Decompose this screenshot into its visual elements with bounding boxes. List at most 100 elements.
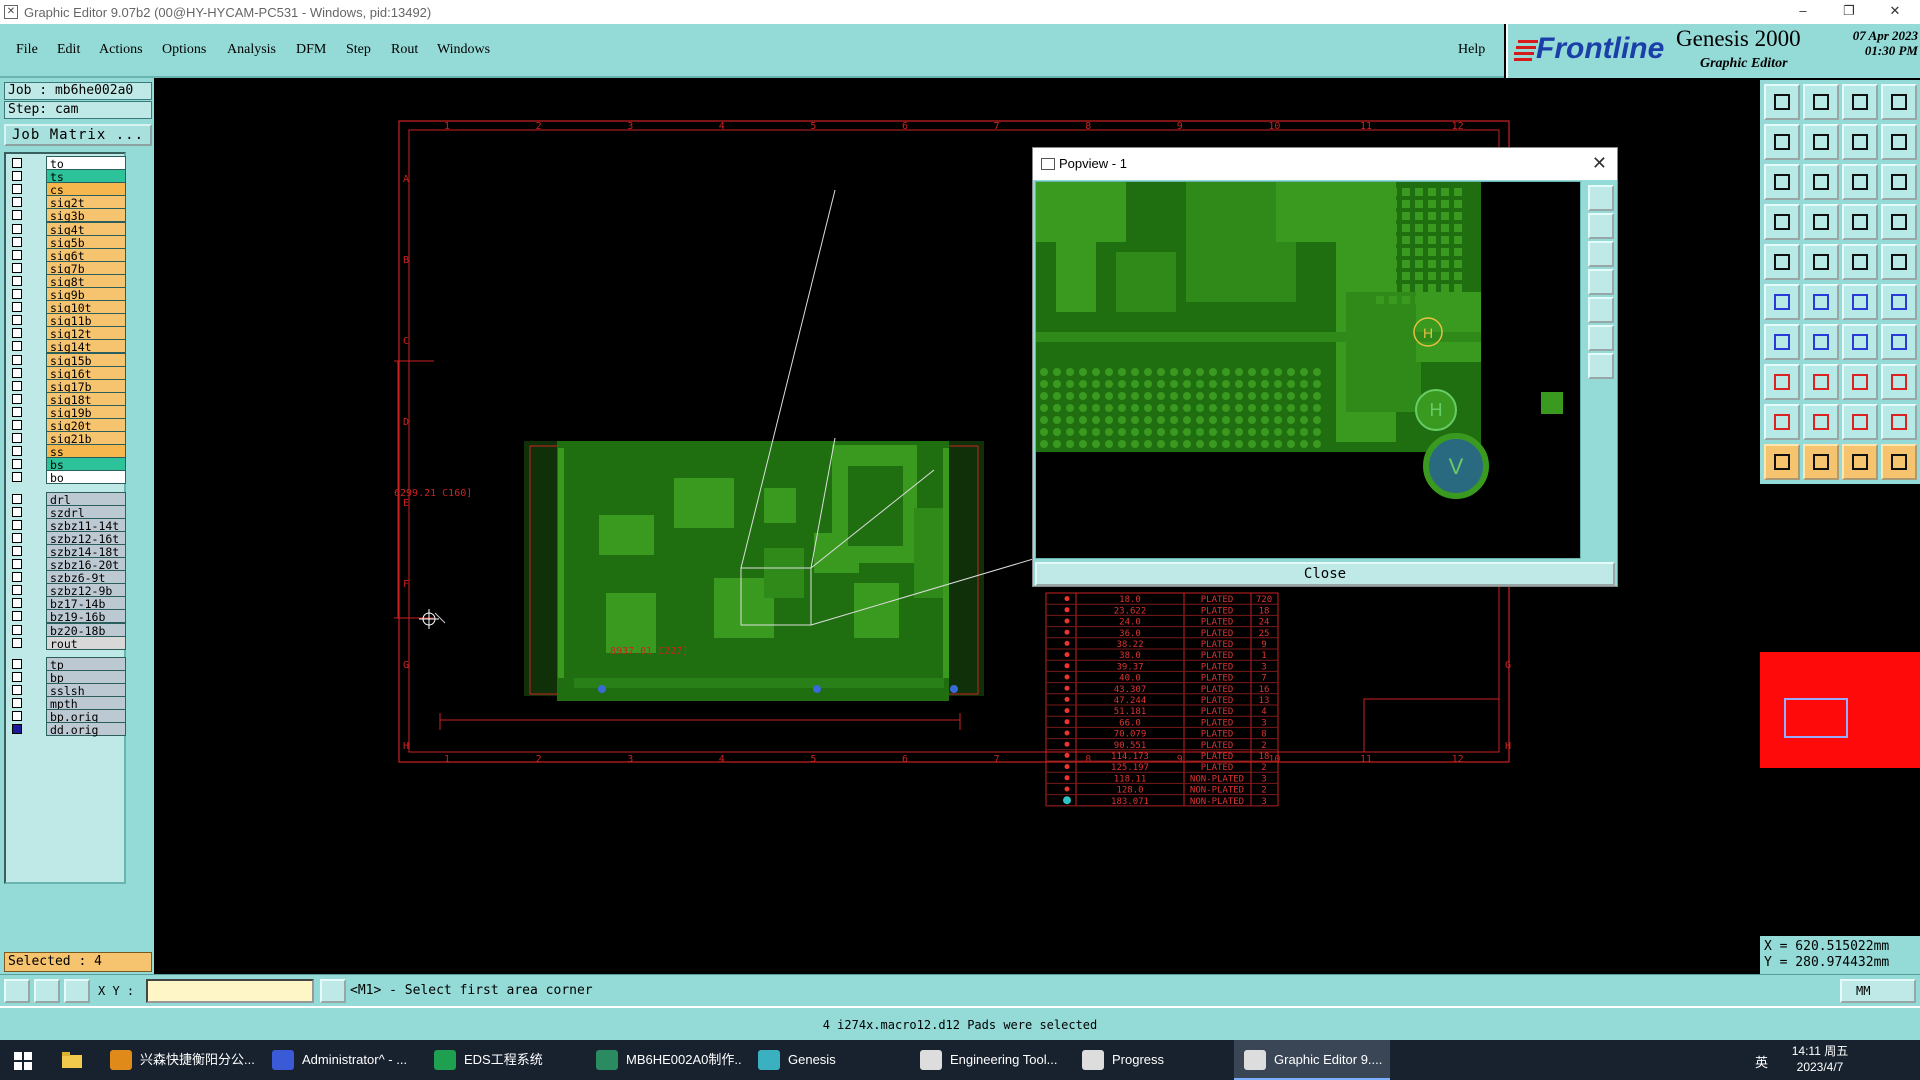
tool-swap-icon[interactable] xyxy=(1842,124,1878,160)
layer-name[interactable]: sig4t xyxy=(46,221,126,237)
layer-checkbox[interactable] xyxy=(12,433,22,444)
layer-name[interactable]: szbz16-20t xyxy=(46,557,126,572)
menu-edit[interactable]: Edit xyxy=(57,42,80,58)
layer-name[interactable]: bo xyxy=(46,470,126,485)
layer-checkbox[interactable] xyxy=(12,354,22,365)
tool-select-alt-icon[interactable] xyxy=(1803,444,1839,480)
tool-slash-icon[interactable] xyxy=(1764,324,1800,360)
xy-input[interactable] xyxy=(146,979,314,1003)
layer-checkbox[interactable] xyxy=(12,236,22,247)
layer-checkbox[interactable] xyxy=(12,158,22,168)
layer-name[interactable]: bs xyxy=(46,457,126,472)
layer-checkbox[interactable] xyxy=(12,275,22,286)
tool-select-icon[interactable] xyxy=(1764,444,1800,480)
layer-checkbox[interactable] xyxy=(12,380,22,391)
menu-help[interactable]: Help xyxy=(1458,42,1485,58)
layer-checkbox[interactable] xyxy=(12,532,22,543)
layer-checkbox[interactable] xyxy=(12,459,22,470)
tool-mirror-icon[interactable] xyxy=(1881,324,1917,360)
tool-ruler-icon[interactable] xyxy=(1842,244,1878,280)
layer-checkbox[interactable] xyxy=(12,197,22,208)
menu-windows[interactable]: Windows xyxy=(437,42,490,58)
file-explorer-icon[interactable] xyxy=(62,1052,82,1068)
layer-name[interactable]: sig11b xyxy=(46,313,126,328)
tool-list-icon[interactable] xyxy=(1881,124,1917,160)
popview-tool-6[interactable] xyxy=(1588,325,1614,351)
layer-name[interactable]: sig5b xyxy=(46,234,126,250)
layer-name[interactable]: szbz14-18t xyxy=(46,543,126,559)
tool-peak-icon[interactable] xyxy=(1803,404,1839,440)
tool-delete-icon[interactable] xyxy=(1803,284,1839,320)
menu-analysis[interactable]: Analysis xyxy=(227,42,276,58)
layer-checkbox[interactable] xyxy=(12,223,22,234)
layer-checkbox[interactable] xyxy=(12,210,22,221)
layer-name[interactable]: sig14t xyxy=(46,339,126,354)
layer-checkbox[interactable] xyxy=(12,184,22,195)
layer-name[interactable]: tp xyxy=(46,656,126,672)
tool-circle-icon[interactable] xyxy=(1881,244,1917,280)
layer-name[interactable]: szbz12-9b xyxy=(46,583,126,598)
layer-name[interactable]: szbz6-9t xyxy=(46,570,126,585)
layer-checkbox[interactable] xyxy=(12,506,22,517)
layer-row[interactable]: bo xyxy=(8,470,126,485)
layer-name[interactable]: sig19b xyxy=(46,404,126,420)
layer-checkbox[interactable] xyxy=(12,519,22,530)
layer-checkbox[interactable] xyxy=(12,171,22,182)
tool-link-icon[interactable] xyxy=(1842,284,1878,320)
layer-name[interactable]: sig3b xyxy=(46,208,126,223)
layer-name[interactable]: sig15b xyxy=(46,352,126,368)
taskbar-app[interactable]: 兴森快捷衡阳分公... xyxy=(100,1040,256,1080)
layer-name[interactable]: sig2t xyxy=(46,195,126,210)
layer-checkbox[interactable] xyxy=(12,493,22,504)
layer-name[interactable]: sig8t xyxy=(46,273,126,289)
overview-map[interactable] xyxy=(1760,652,1920,768)
taskbar-app[interactable]: Progress xyxy=(1072,1040,1228,1080)
snap-tool-icon[interactable] xyxy=(4,979,30,1003)
tool-zoom-icon[interactable] xyxy=(1803,164,1839,200)
layer-checkbox[interactable] xyxy=(12,289,22,299)
popview-tool-7[interactable] xyxy=(1588,353,1614,379)
layer-name[interactable]: bz20-18b xyxy=(46,622,126,638)
layer-checkbox[interactable] xyxy=(12,559,22,569)
layer-name[interactable]: sig20t xyxy=(46,418,126,433)
layer-name[interactable]: mpth xyxy=(46,696,126,711)
layer-name[interactable]: szdrl xyxy=(46,504,126,520)
restore-button[interactable]: ❐ xyxy=(1826,0,1872,24)
tool-fill-icon[interactable] xyxy=(1803,244,1839,280)
layer-row[interactable]: dd.orig xyxy=(8,722,126,737)
popview-tool-5[interactable] xyxy=(1588,297,1614,323)
tool-export-icon[interactable] xyxy=(1803,124,1839,160)
tool-measure-icon[interactable] xyxy=(1842,364,1878,400)
tool-roof-icon[interactable] xyxy=(1881,404,1917,440)
tool-arc-icon[interactable] xyxy=(1842,324,1878,360)
popview-tool-2[interactable] xyxy=(1588,213,1614,239)
tool-triangle-icon[interactable] xyxy=(1764,404,1800,440)
taskbar-app[interactable]: MB6HE002A0制作... xyxy=(586,1040,742,1080)
layer-name[interactable]: bz17-14b xyxy=(46,596,126,611)
layer-checkbox[interactable] xyxy=(12,249,22,260)
tool-net-icon[interactable] xyxy=(1881,204,1917,240)
layer-checkbox[interactable] xyxy=(12,572,22,583)
layer-checkbox[interactable] xyxy=(12,545,22,556)
layer-checkbox[interactable] xyxy=(12,341,22,352)
job-matrix-button[interactable]: Job Matrix ... xyxy=(4,124,152,146)
tool-home-icon[interactable] xyxy=(1842,84,1878,120)
layer-name[interactable]: sig17b xyxy=(46,378,126,394)
grid-tool-icon[interactable] xyxy=(64,979,90,1003)
tool-minus-icon[interactable] xyxy=(1803,364,1839,400)
layer-checkbox[interactable] xyxy=(12,624,22,635)
layer-name[interactable]: sslsh xyxy=(46,682,126,698)
taskbar-app[interactable]: Engineering Tool... xyxy=(910,1040,1066,1080)
tool-chain-icon[interactable] xyxy=(1881,284,1917,320)
units-selector[interactable]: MM xyxy=(1840,979,1916,1003)
tool-line-icon[interactable] xyxy=(1803,324,1839,360)
layer-name[interactable]: sig7b xyxy=(46,260,126,276)
tool-fit-icon[interactable] xyxy=(1764,164,1800,200)
layer-name[interactable]: bp xyxy=(46,669,126,685)
layer-checkbox[interactable] xyxy=(12,671,22,682)
tool-drag-icon[interactable] xyxy=(1881,444,1917,480)
layer-checkbox[interactable] xyxy=(12,598,22,609)
layer-checkbox[interactable] xyxy=(12,724,22,735)
layer-name[interactable]: sig16t xyxy=(46,365,126,381)
layer-name[interactable]: to xyxy=(46,156,126,171)
